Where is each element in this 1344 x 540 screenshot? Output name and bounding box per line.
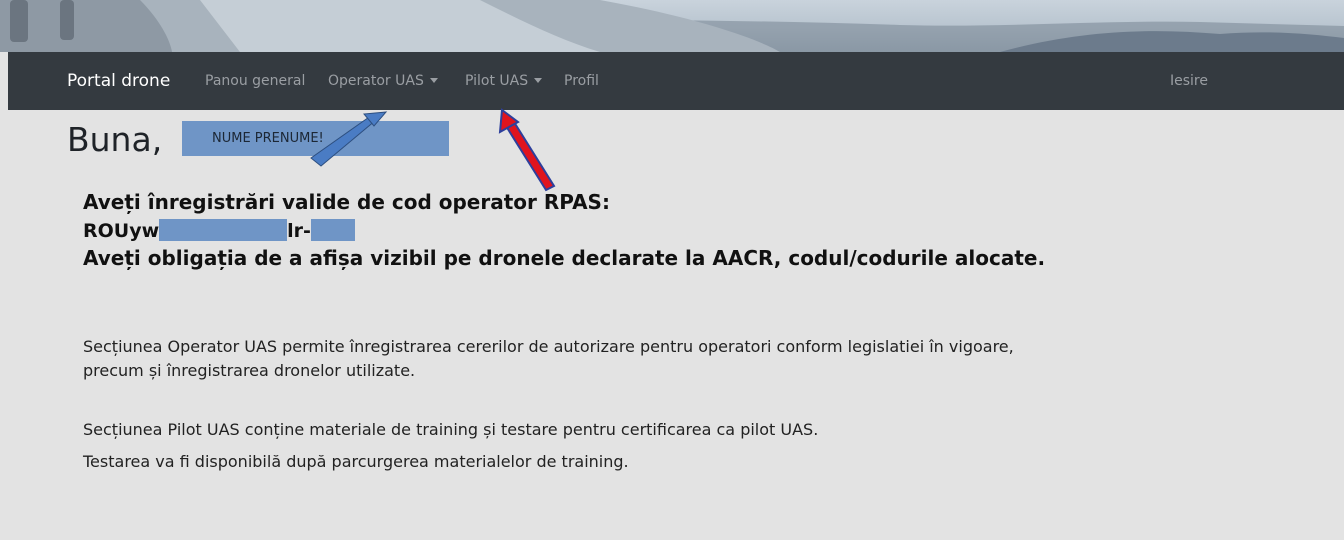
- greeting-title: Buna,: [67, 120, 163, 159]
- dropdown-caret-icon: [534, 78, 543, 83]
- nav-dropdown-pilot-uas[interactable]: Pilot UAS: [465, 73, 543, 89]
- registration-heading: Aveți înregistrări valide de cod operato…: [83, 190, 610, 214]
- redaction-box: [159, 219, 288, 241]
- top-navbar: Portal drone Panou general Operator UAS …: [8, 52, 1344, 110]
- header-banner-image: [0, 0, 1344, 52]
- operator-code-prefix: ROUyw: [83, 220, 160, 242]
- nav-dropdown-operator-uas[interactable]: Operator UAS: [328, 73, 438, 89]
- red-annotation-arrow: [498, 108, 556, 192]
- aircraft-banner-graphic: [0, 0, 1344, 52]
- nav-link-panou-general[interactable]: Panou general: [205, 73, 305, 89]
- display-obligation-notice: Aveți obligația de a afișa vizibil pe dr…: [83, 246, 1046, 270]
- nav-label-operator-uas: Operator UAS: [328, 73, 424, 89]
- logout-link[interactable]: Iesire: [1170, 73, 1208, 89]
- brand-link[interactable]: Portal drone: [67, 71, 170, 91]
- operator-code-line: ROUyw lr-: [83, 219, 355, 242]
- operator-section-info-line1: Secțiunea Operator UAS permite înregistr…: [83, 337, 1014, 356]
- redacted-user-name: NUME PRENUME!: [182, 121, 449, 156]
- nav-link-profil[interactable]: Profil: [564, 73, 599, 89]
- pilot-section-info-line1: Secțiunea Pilot UAS conține materiale de…: [83, 420, 819, 439]
- dropdown-caret-icon: [429, 78, 438, 83]
- operator-section-info-line2: precum și înregistrarea dronelor utiliza…: [83, 361, 416, 380]
- nav-label-pilot-uas: Pilot UAS: [465, 73, 529, 89]
- operator-code-middle: lr-: [287, 220, 311, 242]
- redaction-box: [310, 219, 355, 241]
- pilot-section-info-line2: Testarea va fi disponibilă după parcurge…: [83, 452, 629, 471]
